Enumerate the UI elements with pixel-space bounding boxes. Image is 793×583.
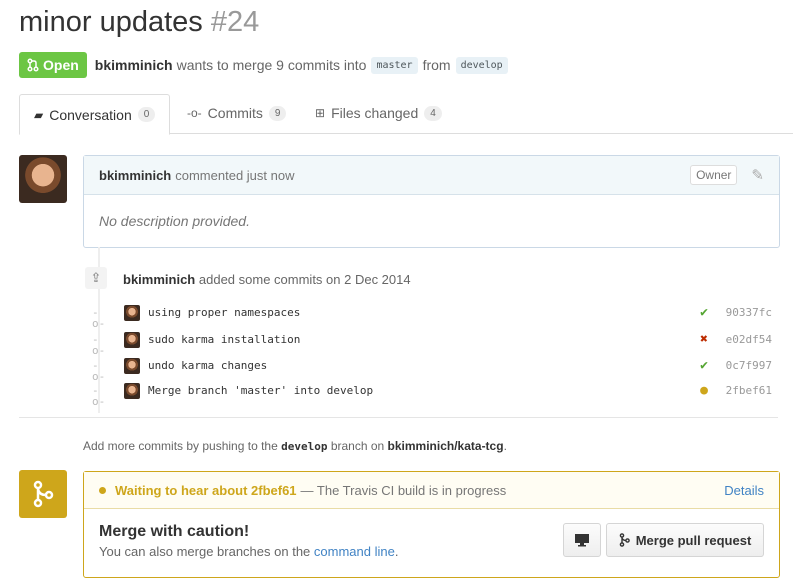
commit-sha[interactable]: 2fbef61 [726, 384, 772, 397]
commit-message[interactable]: sudo karma installation [148, 333, 300, 346]
head-branch: develop [455, 56, 508, 74]
pending-dot-icon [99, 486, 106, 494]
merge-sub: You can also merge branches on the comma… [99, 544, 398, 559]
comment-action: commented just now [175, 167, 295, 183]
commit-row: -o- using proper namespaces ✔ 90337fc [92, 304, 772, 330]
commit-sha[interactable]: 90337fc [726, 306, 772, 319]
push-hint: Add more commits by pushing to the devel… [83, 439, 507, 453]
merge-sub-end: . [394, 544, 399, 559]
commit-row: -o- sudo karma installation ✖ e02df54 [92, 331, 772, 357]
commit-sha[interactable]: e02df54 [726, 333, 772, 346]
owner-badge: Owner [690, 165, 738, 185]
author-link[interactable]: bkimminich [95, 57, 173, 73]
open-desktop-button[interactable] [563, 523, 601, 557]
timeline-event: bkimminich added some commits on 2 Dec 2… [123, 272, 411, 287]
tab-commits[interactable]: -o- Commits 9 [173, 94, 300, 132]
edit-pencil-icon[interactable]: ✎ [751, 166, 764, 184]
git-merge-icon [19, 470, 67, 518]
ci-status-text: — The Travis CI build is in progress [300, 482, 507, 498]
status-label: Open [43, 57, 79, 73]
merge-body: Merge with caution! You can also merge b… [84, 509, 779, 577]
event-text: added some commits on 2 Dec 2014 [198, 272, 411, 287]
merge-button-label: Merge pull request [635, 532, 752, 548]
pending-dot-icon[interactable]: ● [700, 383, 708, 398]
pr-meta: Open bkimminich wants to merge 9 commits… [19, 52, 513, 78]
tab-conversation[interactable]: ▰ Conversation 0 [19, 94, 171, 135]
merge-box: Waiting to hear about 2fbef61 — The Trav… [83, 471, 780, 578]
check-icon[interactable]: ✔ [700, 305, 708, 320]
comment-body: No description provided. [99, 213, 250, 229]
pr-number: #24 [210, 6, 260, 38]
check-icon[interactable]: ✔ [700, 358, 708, 373]
commit-dot-icon: -o- [92, 359, 106, 383]
commit-dot-icon: -o- [92, 333, 106, 357]
commit-sha[interactable]: 0c7f997 [726, 359, 772, 372]
tab-label: Commits [207, 105, 263, 121]
merge-sub-text: You can also merge branches on the [99, 544, 311, 559]
commit-avatar[interactable] [124, 305, 140, 321]
page-title: minor updates #24 [19, 6, 259, 39]
hint-text: . [503, 439, 507, 453]
tab-counter: 4 [424, 105, 442, 121]
commit-avatar[interactable] [124, 358, 140, 374]
command-line-link[interactable]: command line [314, 544, 395, 559]
base-branch: master [371, 56, 418, 74]
commit-message[interactable]: undo karma changes [148, 359, 267, 372]
comment-header: bkimminich commented just now Owner ✎ [84, 156, 779, 195]
desktop-icon [575, 534, 589, 547]
divider [19, 417, 778, 418]
pull-request-icon [27, 58, 39, 72]
tab-label: Files changed [331, 105, 419, 121]
tab-counter: 0 [137, 107, 156, 122]
commit-row: -o- undo karma changes ✔ 0c7f997 [92, 357, 772, 383]
tab-nav: ▰ Conversation 0 -o- Commits 9 ⊞ Files c… [19, 94, 793, 135]
pr-title: minor updates [19, 6, 203, 38]
commit-message[interactable]: Merge branch 'master' into develop [148, 384, 373, 397]
tab-counter: 9 [268, 105, 287, 121]
details-link[interactable]: Details [724, 483, 764, 498]
commit-dot-icon: -o- [92, 384, 106, 408]
avatar[interactable] [19, 155, 67, 203]
commit-message[interactable]: using proper namespaces [148, 306, 300, 319]
ci-status: Waiting to hear about 2fbef61 — The Trav… [84, 472, 779, 509]
commit-avatar[interactable] [124, 332, 140, 348]
commit-dot-icon: -o- [92, 306, 106, 330]
git-merge-icon [619, 533, 630, 547]
comment-box: bkimminich commented just now Owner ✎ No… [83, 155, 780, 248]
hint-text: Add more commits by pushing to the [83, 439, 278, 453]
comment-author[interactable]: bkimminich [99, 168, 171, 183]
comment-icon: ▰ [34, 107, 44, 122]
tab-label: Conversation [49, 106, 132, 123]
event-author[interactable]: bkimminich [123, 272, 195, 287]
status-badge: Open [19, 52, 87, 78]
meta-text-from: from [422, 57, 451, 73]
meta-text: wants to merge 9 commits into [176, 57, 367, 73]
ci-status-bold: Waiting to hear about 2fbef61 [115, 482, 297, 498]
hint-branch: develop [281, 440, 328, 453]
repo-push-icon: ⇪ [85, 267, 107, 289]
file-diff-icon: ⊞ [315, 106, 326, 120]
commit-icon: -o- [187, 106, 202, 120]
commit-row: -o- Merge branch 'master' into develop ●… [92, 382, 772, 408]
repo-link[interactable]: bkimminich/kata-tcg [388, 439, 504, 453]
merge-heading: Merge with caution! [99, 523, 250, 540]
hint-text: branch on [330, 439, 385, 453]
merge-pull-request-button[interactable]: Merge pull request [606, 523, 764, 557]
tab-files-changed[interactable]: ⊞ Files changed 4 [301, 94, 456, 132]
commit-avatar[interactable] [124, 383, 140, 399]
x-icon[interactable]: ✖ [700, 332, 708, 347]
